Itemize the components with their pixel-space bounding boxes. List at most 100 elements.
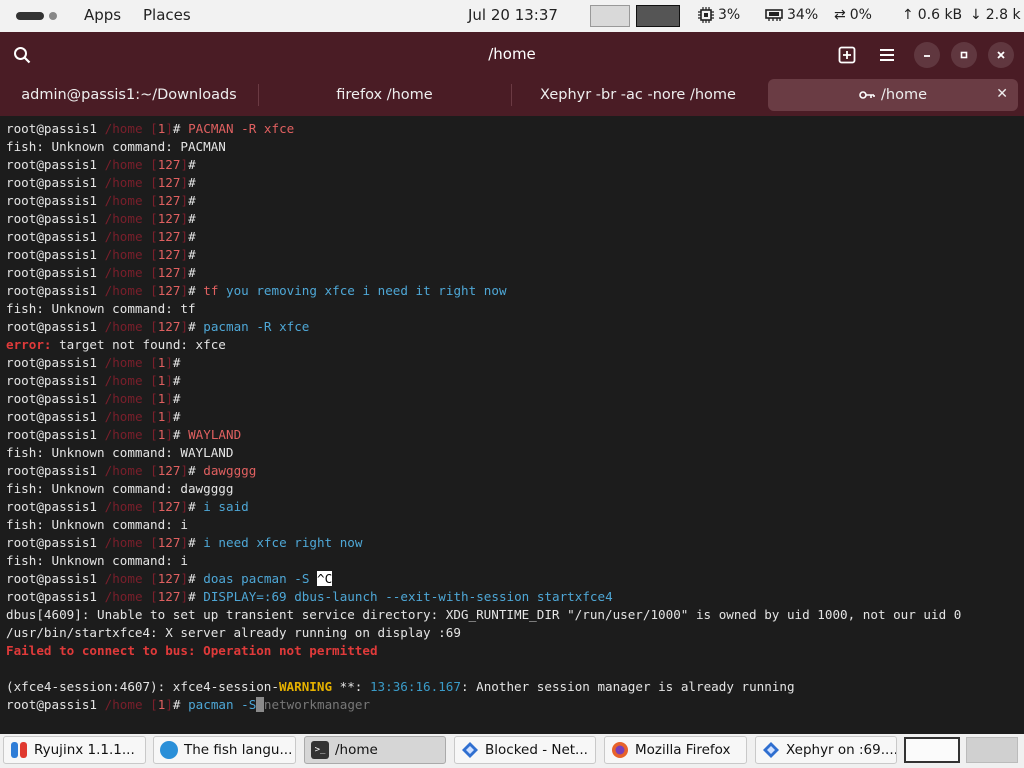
warning-label: WARNING [278,679,333,694]
prompt-user: root [6,265,37,280]
tab-bar: admin@passis1:~/Downloads firefox /home … [0,78,1024,116]
memory-indicator[interactable]: 34% [765,7,818,23]
task-firefox[interactable]: Mozilla Firefox [604,736,747,764]
task-label: Blocked - Net... [485,742,588,758]
firefox-icon [611,741,629,759]
terminal-line: root@passis1 /home [1]# [6,373,189,388]
clock[interactable]: Jul 20 13:37 [468,6,558,24]
prompt-cwd: /home [104,157,143,172]
prompt-user: root [6,211,37,226]
command-args: said [210,499,249,514]
terminal-line: (xfce4-session:4607): xfce4-session-WARN… [0,678,1024,696]
net-up-indicator[interactable]: ↑ 0.6 kB [902,7,962,23]
workspace-dot[interactable] [49,12,57,20]
prompt-cwd: /home [104,571,143,586]
prompt-user: root [6,319,37,334]
cpu-indicator[interactable]: 3% [698,7,740,23]
key-icon [859,91,875,99]
prompt-host: @passis1 [36,121,98,136]
tab-home-active[interactable]: /home ✕ [768,79,1018,111]
prompt-user: root [6,535,37,550]
task-label: /home [335,742,378,758]
command-text: WAYLAND [188,427,242,442]
prompt-host: @passis1 [36,175,98,190]
prompt-status-code: 127 [157,193,181,208]
terminal-line: root@passis1 /home [127]# [6,265,204,280]
prompt-status-code: 127 [157,247,181,262]
tab-xephyr[interactable]: Xephyr -br -ac -nore /home [512,78,764,112]
prompt-status-code: 1 [157,697,166,712]
terminal-line: root@passis1 /home [1]# [6,409,189,424]
prompt-status-code: 127 [157,535,181,550]
prompt-cwd: /home [104,247,143,262]
net-down-indicator[interactable]: ↓ 2.8 k [970,7,1021,23]
prompt-status-code: 1 [157,391,166,406]
hamburger-menu-icon [880,49,894,61]
maximize-button[interactable] [951,42,977,68]
task-xephyr[interactable]: Xephyr on :69.... [755,736,897,764]
prompt-host: @passis1 [36,229,98,244]
apps-menu[interactable]: Apps [84,6,121,24]
prompt-status: [127] [150,175,189,190]
command-word: doas [203,571,234,586]
menu-button[interactable] [874,42,900,68]
workspace-1[interactable] [590,5,630,27]
command-args: -R xfce [248,319,310,334]
prompt-status: [127] [150,589,189,604]
output-text: fish: Unknown command: dawgggg [6,481,234,496]
swap-indicator[interactable]: ⇄ 0% [834,7,872,23]
task-fish-docs[interactable]: The fish langu... [153,736,296,764]
text-cursor [256,697,264,712]
tab-downloads[interactable]: admin@passis1:~/Downloads [0,78,258,112]
prompt-host: @passis1 [36,157,98,172]
autosuggestion: networkmanager [263,697,371,712]
globe-icon [160,741,178,759]
terminal-line: root@passis1 /home [1]# [6,355,189,370]
prompt-user: root [6,283,37,298]
places-menu[interactable]: Places [143,6,191,24]
minimize-button[interactable] [914,42,940,68]
prompt-cwd: /home [104,211,143,226]
prompt-host: @passis1 [36,409,98,424]
new-tab-button[interactable] [834,42,860,68]
prompt-status-code: 1 [157,355,166,370]
prompt-status: [127] [150,229,189,244]
prompt-status: [127] [150,319,189,334]
task-ryujinx[interactable]: Ryujinx 1.1.1... [3,736,146,764]
prompt-status: [127] [150,499,189,514]
workspace-switcher-2[interactable] [966,737,1018,763]
error-label: error: [6,337,52,352]
task-blocked[interactable]: Blocked - Net... [454,736,596,764]
window-title: /home [488,45,536,63]
prompt-user: root [6,589,37,604]
prompt-status: [1] [150,697,173,712]
workspace-switcher-1[interactable] [904,737,960,763]
close-tab-icon[interactable]: ✕ [996,86,1008,102]
prompt-host: @passis1 [36,211,98,226]
prompt-user: root [6,121,37,136]
workspace-2[interactable] [636,5,680,27]
command-word: DISPLAY=:69 [203,589,287,604]
prompt-status-code: 127 [157,571,181,586]
prompt-status-code: 1 [157,373,166,388]
command-args: pacman -S [233,571,317,586]
maximize-icon [960,51,968,59]
ctrl-c-marker: ^C [316,571,333,586]
prompt-host: @passis1 [36,247,98,262]
terminal-icon: >_ [311,741,329,759]
prompt-user: root [6,499,37,514]
output-text: fish: Unknown command: WAYLAND [6,445,234,460]
task-terminal-home[interactable]: >_ /home [304,736,446,764]
prompt-cwd: /home [104,175,143,190]
prompt-user: root [6,571,37,586]
close-window-button[interactable] [988,42,1014,68]
activities-indicator[interactable] [16,12,44,20]
terminal-line: root@passis1 /home [127]# dawgggg [6,463,257,478]
terminal-line: root@passis1 /home [127]# [6,157,204,172]
prompt-cwd: /home [104,355,143,370]
terminal-output[interactable]: root@passis1 /home [1]# PACMAN -R xfce fi… [0,116,1024,734]
command-word: i [203,499,211,514]
arrow-up-icon: ↑ [902,7,914,23]
tab-firefox[interactable]: firefox /home [259,78,510,112]
